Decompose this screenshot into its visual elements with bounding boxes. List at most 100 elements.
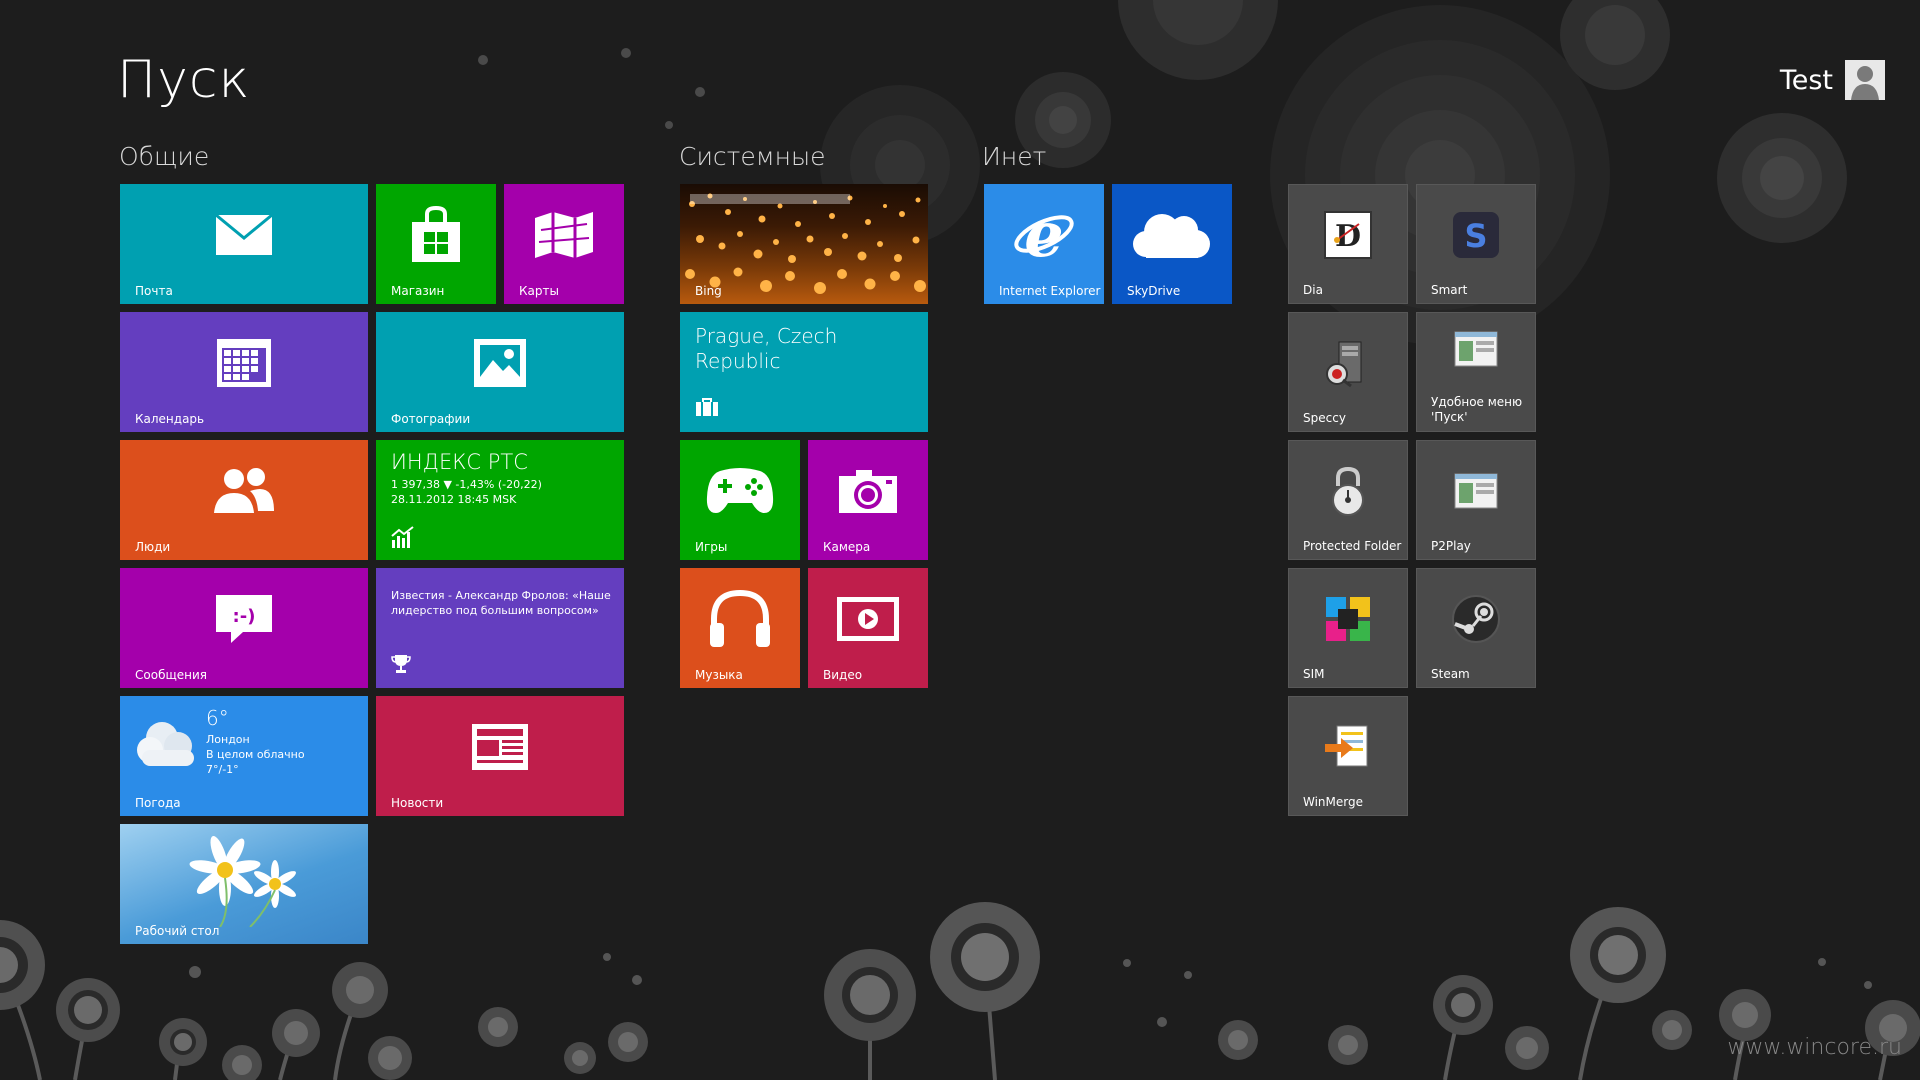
group-title-system[interactable]: Системные <box>679 142 825 171</box>
tile-label: Люди <box>135 540 171 554</box>
tile-travel[interactable]: Prague, Czech Republic <box>680 312 928 432</box>
tile-sim[interactable]: SIM <box>1288 568 1408 688</box>
tile-start-menu[interactable]: Удобное меню 'Пуск' <box>1416 312 1536 432</box>
camera-icon <box>838 468 898 518</box>
tile-protected-folder[interactable]: Protected Folder <box>1288 440 1408 560</box>
tile-weather[interactable]: 6° Лондон В целом облачно 7°/-1° Погода <box>120 696 368 816</box>
tile-label: Календарь <box>135 412 205 426</box>
window-app-icon <box>1454 473 1498 513</box>
tile-label: Dia <box>1303 283 1323 297</box>
tile-news[interactable]: Новости <box>376 696 624 816</box>
tile-games[interactable]: Игры <box>680 440 800 560</box>
tile-label: Internet Explorer <box>999 284 1101 298</box>
svg-text:e: e <box>1024 206 1063 264</box>
user-name: Test <box>1779 64 1833 96</box>
tile-label: P2Play <box>1431 539 1471 553</box>
tile-label: Погода <box>135 796 181 810</box>
store-bag-icon <box>409 205 463 268</box>
watermark: www.wincore.ru <box>1727 1035 1902 1060</box>
tile-steam[interactable]: Steam <box>1416 568 1536 688</box>
sports-headline: Известия - Александр Фролов: «Наше лидер… <box>391 589 611 617</box>
tile-label: Музыка <box>695 668 743 682</box>
tile-sports[interactable]: Известия - Александр Фролов: «Наше лидер… <box>376 568 624 688</box>
page-title: Пуск <box>117 50 251 110</box>
weather-temp: 6° <box>206 706 229 730</box>
gamepad-icon <box>706 467 774 519</box>
finance-title: ИНДЕКС РТС <box>391 450 528 474</box>
weather-condition: В целом облачно <box>206 748 305 761</box>
user-avatar-icon <box>1845 60 1885 100</box>
tile-label: Рабочий стол <box>135 924 220 938</box>
finance-value: 1 397,38 ▼ -1,43% (-20,22) <box>391 478 542 491</box>
tile-p2play[interactable]: P2Play <box>1416 440 1536 560</box>
video-icon <box>836 596 900 646</box>
svg-text::-): :-) <box>233 606 256 627</box>
news-icon <box>471 723 529 775</box>
group-title-common[interactable]: Общие <box>119 142 209 171</box>
messaging-icon: :-) <box>215 594 273 648</box>
tile-photos[interactable]: Фотографии <box>376 312 624 432</box>
people-icon <box>212 467 276 519</box>
tile-label: Фотографии <box>391 412 471 426</box>
tile-mail[interactable]: Почта <box>120 184 368 304</box>
tile-label: SIM <box>1303 667 1325 681</box>
skydrive-cloud-icon <box>1132 210 1212 264</box>
window-app-icon <box>1454 331 1498 371</box>
daisy-wallpaper-icon <box>180 832 310 931</box>
tile-label: Speccy <box>1303 411 1346 425</box>
tile-label: Сообщения <box>135 668 208 682</box>
dia-icon: D <box>1323 210 1373 264</box>
tile-camera[interactable]: Камера <box>808 440 928 560</box>
tile-label: Магазин <box>391 284 445 298</box>
tile-skydrive[interactable]: SkyDrive <box>1112 184 1232 304</box>
tile-label: Почта <box>135 284 173 298</box>
sim-icon <box>1324 595 1372 647</box>
tile-winmerge[interactable]: WinMerge <box>1288 696 1408 816</box>
tile-label: Карты <box>519 284 559 298</box>
steam-icon <box>1451 594 1501 648</box>
tile-smart[interactable]: S Smart <box>1416 184 1536 304</box>
photos-icon <box>473 338 527 392</box>
tile-label: Новости <box>391 796 444 810</box>
weather-range: 7°/-1° <box>206 763 239 776</box>
mail-icon <box>215 213 273 260</box>
travel-place: Prague, Czech Republic <box>695 324 838 373</box>
finance-chart-icon <box>391 526 415 552</box>
speccy-icon <box>1323 338 1373 392</box>
cloud-icon <box>132 716 202 776</box>
winmerge-icon <box>1323 724 1373 774</box>
tile-video[interactable]: Видео <box>808 568 928 688</box>
tile-label: Игры <box>695 540 728 554</box>
tile-label: Видео <box>823 668 863 682</box>
headphones-icon <box>708 589 772 653</box>
finance-date: 28.11.2012 18:45 MSK <box>391 493 517 506</box>
weather-city: Лондон <box>206 733 250 746</box>
tile-label: Камера <box>823 540 871 554</box>
tile-label: Steam <box>1431 667 1470 681</box>
tile-music[interactable]: Музыка <box>680 568 800 688</box>
tile-finance[interactable]: ИНДЕКС РТС 1 397,38 ▼ -1,43% (-20,22) 28… <box>376 440 624 560</box>
map-icon <box>533 210 595 264</box>
tile-label: Protected Folder <box>1303 539 1402 553</box>
tile-calendar[interactable]: Календарь <box>120 312 368 432</box>
tile-store[interactable]: Магазин <box>376 184 496 304</box>
user-account[interactable]: Test <box>1780 60 1885 100</box>
tile-desktop[interactable]: Рабочий стол <box>120 824 368 944</box>
tile-messages[interactable]: :-) Сообщения <box>120 568 368 688</box>
tile-dia[interactable]: D Dia <box>1288 184 1408 304</box>
tile-label: Smart <box>1431 283 1468 297</box>
tile-speccy[interactable]: Speccy <box>1288 312 1408 432</box>
suitcase-icon <box>695 398 719 420</box>
tile-bing[interactable]: Bing <box>680 184 928 304</box>
svg-text:S: S <box>1464 217 1487 255</box>
tile-internet-explorer[interactable]: e Internet Explorer <box>984 184 1104 304</box>
tile-maps[interactable]: Карты <box>504 184 624 304</box>
group-title-inet[interactable]: Инет <box>982 142 1046 171</box>
tile-people[interactable]: Люди <box>120 440 368 560</box>
smart-icon: S <box>1452 211 1500 263</box>
tile-label: SkyDrive <box>1127 284 1181 298</box>
trophy-icon <box>391 654 411 678</box>
calendar-icon <box>216 338 272 392</box>
tile-label: WinMerge <box>1303 795 1363 809</box>
tile-label: Bing <box>695 284 722 298</box>
